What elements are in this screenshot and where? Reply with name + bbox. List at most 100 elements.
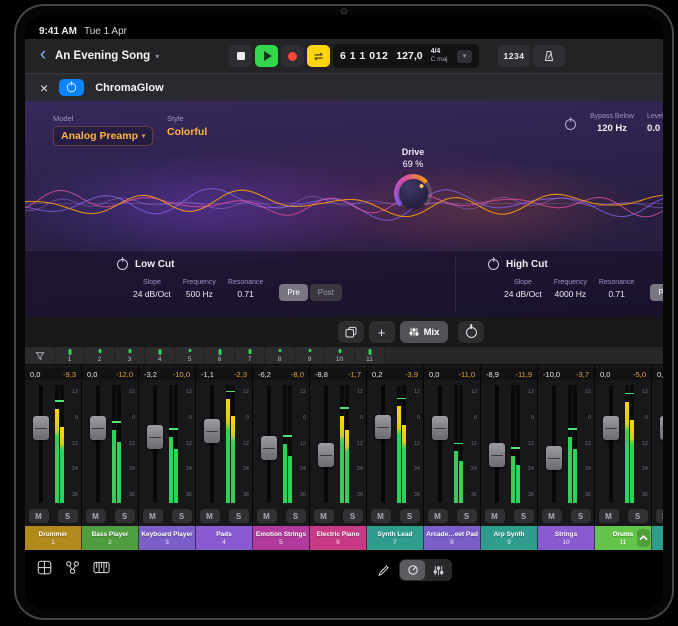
overview-track-6[interactable]: 6 xyxy=(205,347,235,364)
mute-button[interactable]: M xyxy=(143,509,163,523)
mute-button[interactable]: M xyxy=(428,509,448,523)
chevron-up-icon[interactable] xyxy=(637,529,650,547)
volume-fader[interactable] xyxy=(375,385,391,503)
track-name-12[interactable]: Chorus V xyxy=(652,526,663,550)
level-control[interactable]: Level 0.0 xyxy=(647,113,663,134)
record-button[interactable] xyxy=(281,45,304,67)
fader-cap[interactable] xyxy=(375,415,391,439)
track-name-11[interactable]: Drums11 xyxy=(595,526,652,550)
knob-view-button[interactable] xyxy=(400,560,425,580)
mute-button[interactable]: M xyxy=(257,509,277,523)
close-icon[interactable]: × xyxy=(40,81,48,95)
solo-button[interactable]: S xyxy=(571,509,591,523)
high-cut-power-icon[interactable] xyxy=(488,259,499,270)
lcd-expand-icon[interactable]: ▾ xyxy=(457,50,472,63)
filter-button[interactable] xyxy=(25,347,55,364)
add-track-button[interactable]: + xyxy=(369,321,395,343)
volume-fader[interactable] xyxy=(489,385,505,503)
volume-fader[interactable] xyxy=(147,385,163,503)
duplicate-button[interactable] xyxy=(338,321,364,343)
mix-button[interactable]: Mix xyxy=(400,321,449,343)
model-selector[interactable]: Model Analog Preamp ▾ xyxy=(53,114,153,146)
overview-track-2[interactable]: 2 xyxy=(85,347,115,364)
mute-button[interactable]: M xyxy=(485,509,505,523)
low-cut-power-icon[interactable] xyxy=(117,259,128,270)
fader-cap[interactable] xyxy=(90,416,106,440)
solo-button[interactable]: S xyxy=(58,509,78,523)
mute-button[interactable]: M xyxy=(29,509,49,523)
mute-button[interactable]: M xyxy=(200,509,220,523)
mute-button[interactable]: M xyxy=(86,509,106,523)
count-in-button[interactable]: 1234 xyxy=(498,45,530,67)
volume-fader[interactable] xyxy=(603,385,619,503)
track-name-7[interactable]: Synth Lead7 xyxy=(367,526,424,550)
volume-fader[interactable] xyxy=(33,385,49,503)
style-selector[interactable]: Style Colorful xyxy=(167,114,207,138)
track-name-3[interactable]: Keyboard Player3 xyxy=(139,526,196,550)
overview-track-9[interactable]: 9 xyxy=(295,347,325,364)
track-name-1[interactable]: Drummer1 xyxy=(25,526,82,550)
routing-button[interactable] xyxy=(65,560,80,580)
overview-track-4[interactable]: 4 xyxy=(145,347,175,364)
solo-button[interactable]: S xyxy=(286,509,306,523)
track-name-5[interactable]: Emotion Strings5 xyxy=(253,526,310,550)
fader-cap[interactable] xyxy=(546,446,562,470)
track-name-8[interactable]: Arcade…eet Pad8 xyxy=(424,526,481,550)
fader-cap[interactable] xyxy=(33,416,49,440)
track-name-9[interactable]: Arp Synth9 xyxy=(481,526,538,550)
song-title-menu[interactable]: An Evening Song ▾ xyxy=(55,50,159,62)
mute-button[interactable]: M xyxy=(656,509,664,523)
metronome-button[interactable] xyxy=(533,45,565,67)
fader-cap[interactable] xyxy=(261,436,277,460)
track-name-6[interactable]: Electric Piano6 xyxy=(310,526,367,550)
bypass-power-icon[interactable] xyxy=(565,119,576,130)
fader-cap[interactable] xyxy=(489,443,505,467)
low-cut-resonance[interactable]: Resonance 0.71 xyxy=(228,279,263,299)
high-cut-resonance[interactable]: Resonance 0.71 xyxy=(599,279,634,299)
overview-track-8[interactable]: 8 xyxy=(265,347,295,364)
overview-track-10[interactable]: 10 xyxy=(325,347,355,364)
high-cut-pre-button[interactable]: Pre xyxy=(650,284,663,301)
solo-button[interactable]: S xyxy=(172,509,192,523)
solo-button[interactable]: S xyxy=(115,509,135,523)
low-cut-pre-button[interactable]: Pre xyxy=(279,284,307,301)
stop-button[interactable] xyxy=(229,45,252,67)
cycle-button[interactable] xyxy=(307,45,330,67)
track-name-2[interactable]: Bass Player2 xyxy=(82,526,139,550)
plugin-power-button[interactable] xyxy=(59,79,84,96)
mixer-power-button[interactable] xyxy=(458,321,484,343)
mute-button[interactable]: M xyxy=(542,509,562,523)
volume-fader[interactable] xyxy=(318,385,334,503)
solo-button[interactable]: S xyxy=(514,509,534,523)
solo-button[interactable]: S xyxy=(400,509,420,523)
solo-button[interactable]: S xyxy=(628,509,648,523)
keyboard-button[interactable] xyxy=(93,561,110,579)
solo-button[interactable]: S xyxy=(229,509,249,523)
volume-fader[interactable] xyxy=(660,385,663,503)
browser-button[interactable] xyxy=(37,560,52,580)
volume-fader[interactable] xyxy=(204,385,220,503)
volume-fader[interactable] xyxy=(261,385,277,503)
volume-fader[interactable] xyxy=(432,385,448,503)
faders-view-button[interactable] xyxy=(426,560,451,580)
solo-button[interactable]: S xyxy=(343,509,363,523)
fader-cap[interactable] xyxy=(204,419,220,443)
high-cut-frequency[interactable]: Frequency 4000 Hz xyxy=(554,279,587,299)
overview-track-7[interactable]: 7 xyxy=(235,347,265,364)
volume-fader[interactable] xyxy=(546,385,562,503)
bypass-below-control[interactable]: Bypass Below 120 Hz xyxy=(583,113,641,134)
mute-button[interactable]: M xyxy=(599,509,619,523)
back-chevron-icon[interactable]: ‹ xyxy=(35,45,51,64)
high-cut-slope[interactable]: Slope 24 dB/Oct xyxy=(504,279,542,299)
fader-cap[interactable] xyxy=(603,416,619,440)
low-cut-post-button[interactable]: Post xyxy=(310,284,342,301)
fader-cap[interactable] xyxy=(147,425,163,449)
lcd-display[interactable]: 6 1 1 012 127,0 4/4 C maj ▾ xyxy=(333,44,479,68)
play-button[interactable] xyxy=(255,45,278,67)
overview-track-3[interactable]: 3 xyxy=(115,347,145,364)
track-name-4[interactable]: Pads4 xyxy=(196,526,253,550)
solo-button[interactable]: S xyxy=(457,509,477,523)
low-cut-frequency[interactable]: Frequency 500 Hz xyxy=(183,279,216,299)
fader-cap[interactable] xyxy=(432,416,448,440)
overview-track-5[interactable]: 5 xyxy=(175,347,205,364)
